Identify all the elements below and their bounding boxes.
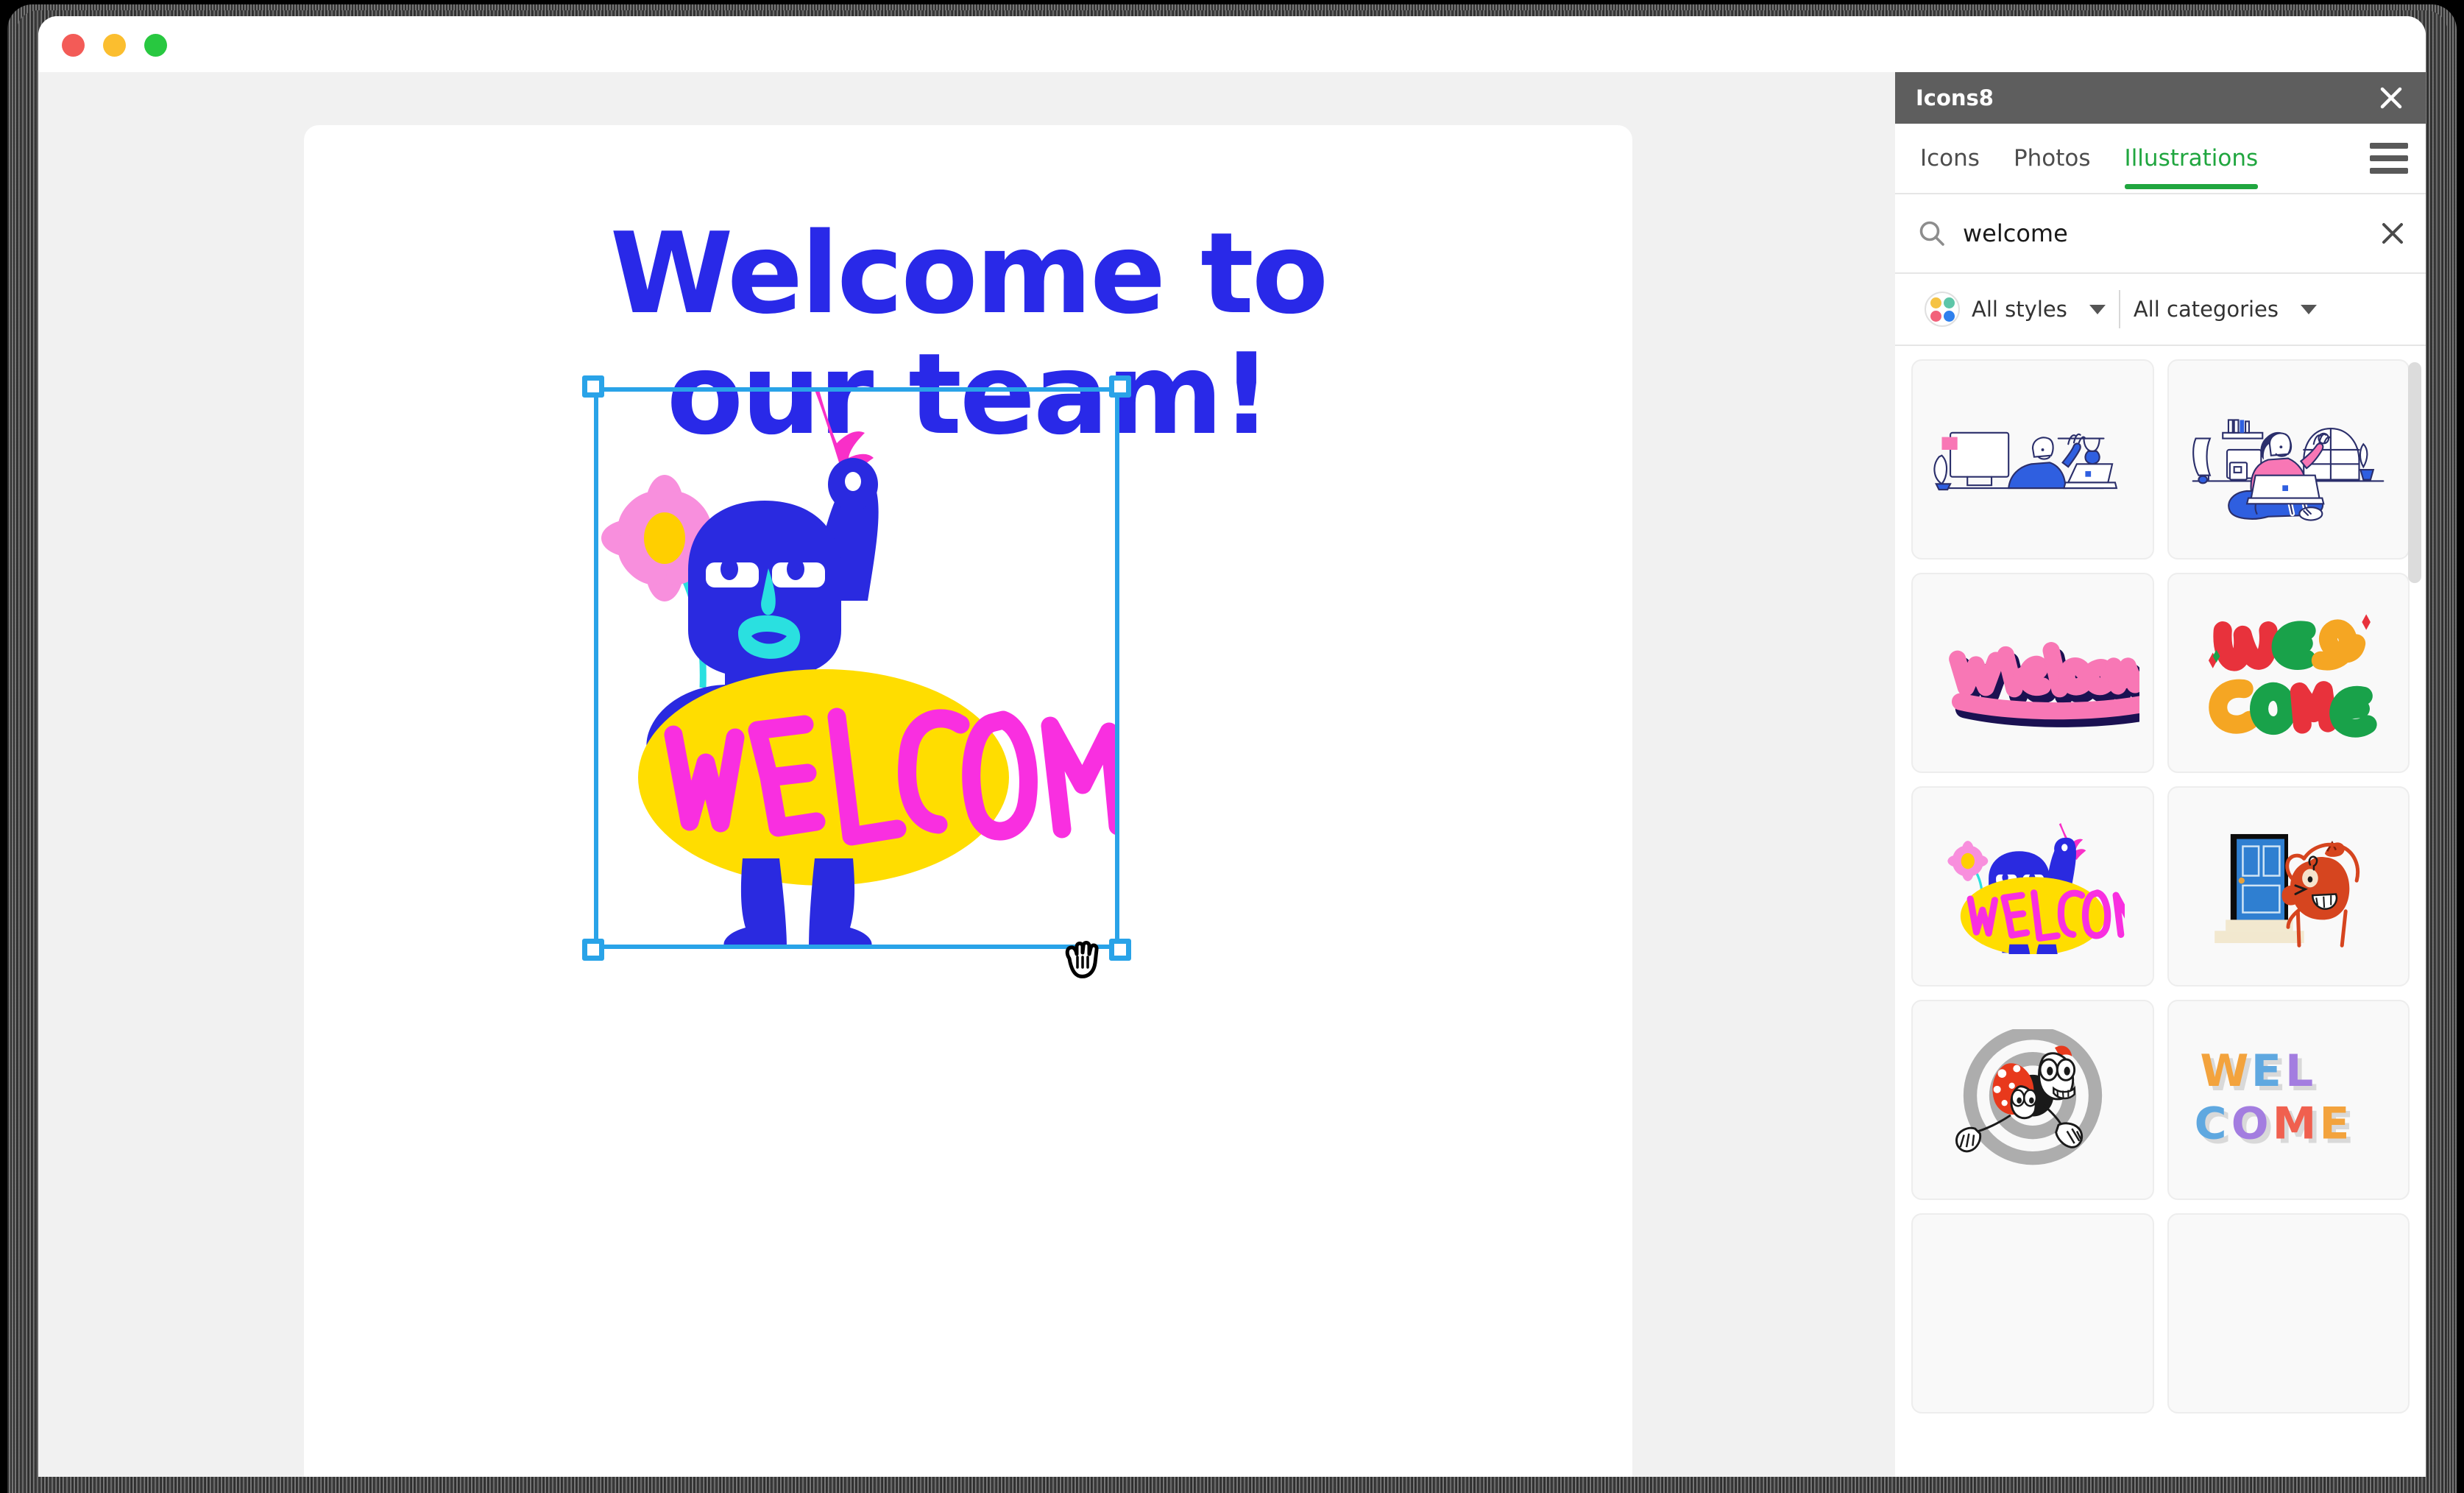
- retro-cartoon-characters-target-illustration: [1955, 1029, 2102, 1165]
- illustration-thumbnail[interactable]: [1911, 1000, 2154, 1200]
- man-waving-at-desk-illustration: [1933, 431, 2117, 490]
- illustration-grid: W E L C O M E W E L C O M E: [1911, 359, 2410, 1413]
- application-window: Welcome to our team! Icons8 Icons Photos…: [38, 16, 2426, 1477]
- search-input[interactable]: [1963, 219, 2361, 247]
- blue-character-welcome-sign-illustration: [1947, 822, 2125, 954]
- styles-dots-icon: [1925, 292, 1960, 327]
- maximize-window-button[interactable]: [144, 34, 167, 57]
- editor-canvas-area[interactable]: Welcome to our team!: [38, 72, 1895, 1477]
- results-scrollbar[interactable]: [2408, 362, 2421, 583]
- svg-text:W: W: [2201, 1045, 2249, 1097]
- illustration-thumbnail[interactable]: [2167, 573, 2410, 773]
- panel-title: Icons8: [1916, 85, 1994, 110]
- welcome-pastel-3d-lettering: W E L C O M E W E L C O M E: [2195, 1045, 2354, 1154]
- resize-handle-top-left[interactable]: [582, 375, 604, 398]
- close-window-button[interactable]: [62, 34, 85, 57]
- search-icon: [1919, 221, 1944, 246]
- welcome-colorful-bubble-lettering: [2209, 613, 2377, 738]
- slide-card[interactable]: Welcome to our team!: [304, 125, 1632, 1477]
- illustration-thumbnail[interactable]: W E L C O M E W E L C O M E: [2167, 1000, 2410, 1200]
- illustration-thumbnail[interactable]: [1911, 786, 2154, 986]
- app-frame: Welcome to our team! Icons8 Icons Photos…: [0, 0, 2464, 1493]
- resize-handle-bottom-left[interactable]: [582, 939, 604, 961]
- illustration-thumbnail[interactable]: [2167, 786, 2410, 986]
- filter-bar: All styles All categories: [1895, 274, 2426, 346]
- search-bar: [1895, 194, 2426, 274]
- tab-photos[interactable]: Photos: [2014, 123, 2091, 194]
- illustration-thumbnail[interactable]: [1911, 1213, 2154, 1413]
- results-area[interactable]: W E L C O M E W E L C O M E: [1895, 346, 2426, 1477]
- svg-text:L: L: [2285, 1045, 2313, 1097]
- window-titlebar: [38, 16, 2426, 72]
- resize-handle-bottom-right[interactable]: [1109, 939, 1131, 961]
- close-icon[interactable]: [2376, 82, 2407, 113]
- svg-text:O: O: [2231, 1098, 2269, 1149]
- filter-all-styles-label: All styles: [1972, 297, 2067, 322]
- red-blob-character-at-door-illustration: [2215, 833, 2360, 947]
- illustration-thumbnail[interactable]: [1911, 573, 2154, 773]
- svg-text:E: E: [2320, 1098, 2350, 1149]
- illustration-thumbnail[interactable]: [1911, 359, 2154, 560]
- illustration-thumbnail[interactable]: [2167, 359, 2410, 560]
- traffic-lights: [62, 34, 167, 57]
- welcome-pink-script-lettering: [1948, 641, 2139, 727]
- tab-illustrations[interactable]: Illustrations: [2124, 123, 2258, 194]
- filter-all-styles[interactable]: All styles: [1911, 274, 2119, 345]
- menu-icon[interactable]: [2370, 143, 2408, 174]
- minimize-window-button[interactable]: [103, 34, 126, 57]
- panel-tabs: Icons Photos Illustrations: [1895, 124, 2426, 194]
- icons8-plugin-panel: Icons8 Icons Photos Illustrations welcom…: [1895, 72, 2426, 1477]
- clear-search-icon[interactable]: [2377, 218, 2408, 249]
- panel-header: Icons8: [1895, 72, 2426, 124]
- resize-handle-top-right[interactable]: [1109, 375, 1131, 398]
- svg-text:E: E: [2251, 1045, 2281, 1097]
- grabbing-hand-cursor: [1065, 941, 1099, 978]
- selection-bounding-box: [594, 387, 1119, 949]
- filter-all-categories-label: All categories: [2133, 297, 2279, 322]
- illustration-thumbnail[interactable]: [2167, 1213, 2410, 1413]
- chevron-down-icon: [2301, 304, 2318, 314]
- svg-text:C: C: [2195, 1098, 2227, 1149]
- svg-text:M: M: [2273, 1098, 2317, 1149]
- chevron-down-icon: [2089, 304, 2106, 314]
- filter-all-categories[interactable]: All categories: [2120, 274, 2330, 345]
- slide-title-line-1: Welcome to: [609, 208, 1328, 339]
- selected-illustration-object[interactable]: [582, 375, 1204, 978]
- tab-icons[interactable]: Icons: [1920, 123, 1980, 194]
- woman-sitting-with-laptop-illustration: [2192, 418, 2385, 521]
